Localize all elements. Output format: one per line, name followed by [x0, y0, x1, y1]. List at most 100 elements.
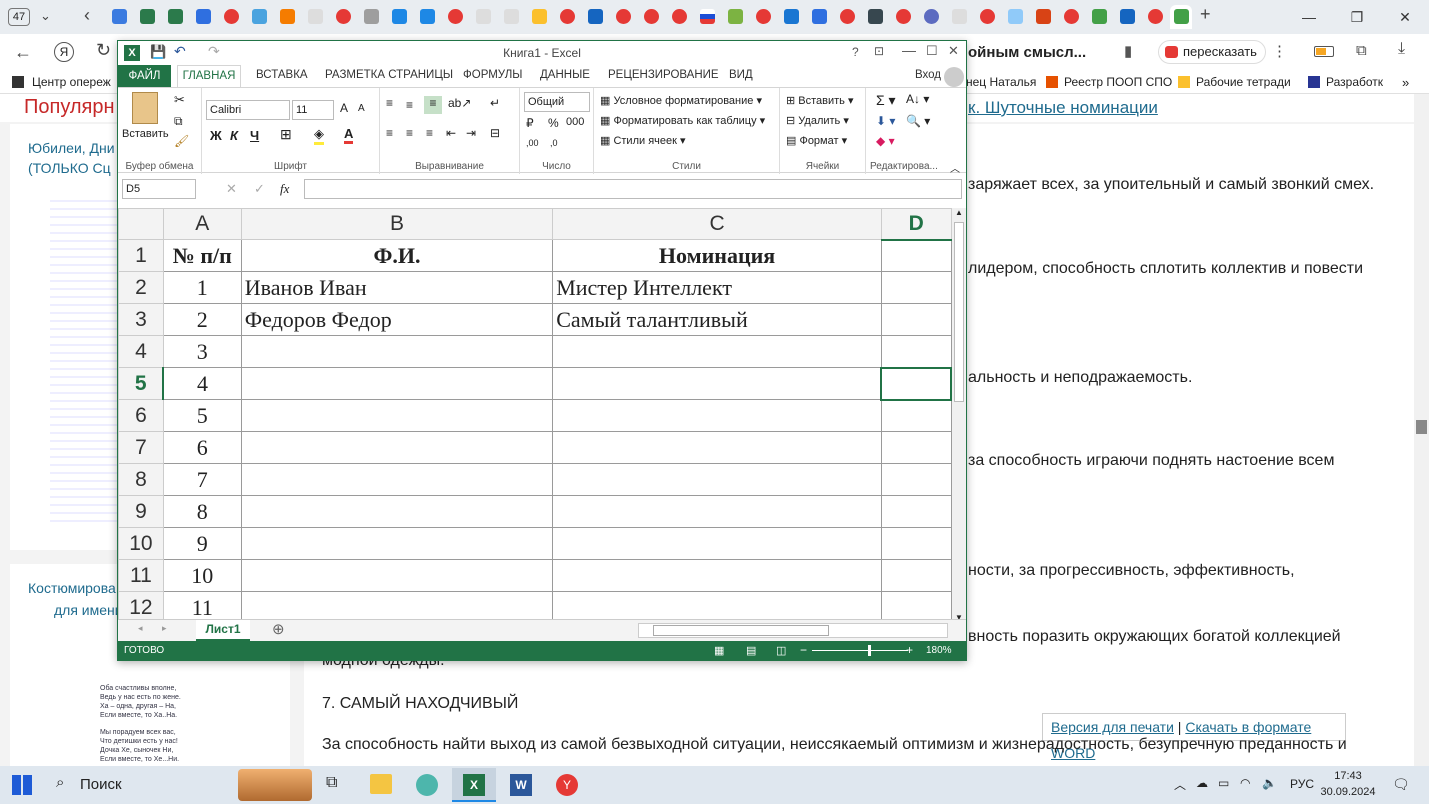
clock-date[interactable]: 30.09.2024: [1316, 786, 1380, 798]
increase-indent-icon[interactable]: ⇥: [466, 126, 476, 140]
bookmark-item[interactable]: нец Наталья: [966, 75, 1036, 89]
decrease-indent-icon[interactable]: ⇤: [446, 126, 456, 140]
column-header[interactable]: C: [552, 208, 882, 240]
reload-icon[interactable]: ↻: [96, 40, 111, 61]
tab-icon[interactable]: [644, 9, 659, 24]
download-icon[interactable]: ⤓: [1398, 40, 1405, 58]
cell[interactable]: 6: [162, 431, 242, 464]
comma-style-icon[interactable]: 000: [566, 116, 584, 128]
tab-icon[interactable]: [420, 9, 435, 24]
language-indicator[interactable]: РУС: [1290, 777, 1314, 791]
tab-icon[interactable]: [952, 9, 967, 24]
tab-data[interactable]: ДАННЫЕ: [540, 69, 590, 81]
bookmark-item[interactable]: Центр опереж: [32, 75, 111, 89]
cell[interactable]: Самый талантливый: [552, 303, 882, 336]
paint-icon[interactable]: [416, 774, 438, 796]
tab-icon[interactable]: [1064, 9, 1079, 24]
next-sheet-icon[interactable]: ▸: [162, 623, 167, 634]
start-icon[interactable]: [12, 775, 32, 795]
zoom-level[interactable]: 180%: [926, 645, 952, 656]
minimize-icon[interactable]: —: [1285, 0, 1333, 34]
horizontal-scrollbar[interactable]: [638, 623, 948, 638]
cell[interactable]: 3: [162, 335, 242, 368]
cell[interactable]: 2: [162, 303, 242, 336]
row-header[interactable]: 2: [118, 271, 164, 304]
cell[interactable]: [240, 463, 554, 496]
tray-chevron-icon[interactable]: ︿: [1174, 776, 1186, 793]
sidebar-card-title[interactable]: Костюмирова: [28, 580, 116, 596]
paste-button[interactable]: Вставить: [122, 128, 169, 140]
tab-icon[interactable]: [1092, 9, 1107, 24]
volume-icon[interactable]: 🔈: [1262, 776, 1277, 790]
scroll-up-icon[interactable]: ▲: [955, 208, 963, 217]
h-scroll-thumb[interactable]: [653, 625, 829, 636]
cell[interactable]: [240, 399, 554, 432]
signin-link[interactable]: Вход: [915, 69, 941, 81]
clock-time[interactable]: 17:43: [1322, 770, 1374, 782]
print-version-link[interactable]: Версия для печати: [1051, 719, 1174, 735]
row-header[interactable]: 12: [118, 591, 164, 622]
zoom-slider-thumb[interactable]: [868, 645, 871, 656]
cell[interactable]: [880, 527, 952, 560]
tab-icon[interactable]: [112, 9, 127, 24]
wrap-text-icon[interactable]: ↵: [490, 96, 500, 110]
format-as-table-button[interactable]: ▦ Форматировать как таблицу ▾: [600, 114, 765, 127]
yandex-browser-icon[interactable]: Y: [556, 774, 578, 796]
borders-icon[interactable]: ⊞: [280, 126, 292, 143]
more-icon[interactable]: ⋮: [1272, 42, 1287, 60]
yandex-icon[interactable]: Я: [54, 42, 74, 62]
ribbon-options-icon[interactable]: ⊡: [874, 44, 884, 58]
normal-view-icon[interactable]: ▦: [714, 644, 724, 657]
page-layout-icon[interactable]: ▤: [746, 644, 756, 657]
cell[interactable]: [552, 527, 882, 560]
active-cell[interactable]: [880, 366, 952, 401]
tab-icon[interactable]: [588, 9, 603, 24]
cell[interactable]: [240, 431, 554, 464]
page-break-icon[interactable]: ◫: [776, 644, 786, 657]
align-top-icon[interactable]: ≡: [386, 96, 393, 110]
cell[interactable]: [552, 591, 882, 622]
autosum-icon[interactable]: Σ ▾: [876, 92, 896, 109]
row-header[interactable]: 4: [118, 335, 164, 368]
back-tabs-icon[interactable]: ‹: [84, 5, 99, 25]
sort-filter-icon[interactable]: A↓ ▾: [906, 92, 929, 106]
more-bookmarks-icon[interactable]: »: [1402, 75, 1409, 90]
cell[interactable]: [552, 367, 882, 400]
avatar[interactable]: [944, 67, 964, 87]
tab-icon[interactable]: [364, 9, 379, 24]
row-header[interactable]: 8: [118, 463, 164, 496]
zoom-in-icon[interactable]: +: [906, 643, 913, 657]
grow-font-icon[interactable]: A: [340, 101, 348, 115]
cell[interactable]: [240, 367, 554, 400]
cell[interactable]: Иванов Иван: [240, 271, 554, 304]
vertical-scrollbar[interactable]: ▲ ▼: [952, 208, 966, 622]
cell[interactable]: [552, 431, 882, 464]
tab-icon[interactable]: [336, 9, 351, 24]
cell[interactable]: 1: [162, 271, 242, 304]
formula-input[interactable]: [304, 179, 962, 199]
taskbar-search[interactable]: Поиск: [80, 776, 122, 793]
row-header[interactable]: 10: [118, 527, 164, 560]
cut-icon[interactable]: ✂: [174, 92, 185, 108]
conditional-format-button[interactable]: ▦ Условное форматирование ▾: [600, 94, 762, 107]
zoom-slider[interactable]: [812, 650, 908, 651]
cell[interactable]: 4: [162, 367, 242, 400]
help-icon[interactable]: ?: [852, 45, 859, 59]
word-icon[interactable]: W: [510, 774, 532, 796]
tab-icon[interactable]: [728, 9, 743, 24]
increase-decimal-icon[interactable]: ,00: [526, 138, 539, 148]
column-header[interactable]: D: [880, 208, 952, 241]
minimize-icon[interactable]: —: [902, 42, 916, 58]
row-header[interactable]: 11: [118, 559, 164, 592]
cell[interactable]: [240, 495, 554, 528]
heading-link[interactable]: к. Шуточные номинации: [968, 98, 1158, 118]
tab-home[interactable]: ГЛАВНАЯ: [177, 65, 241, 88]
cell[interactable]: 9: [162, 527, 242, 560]
cell[interactable]: 5: [162, 399, 242, 432]
copy-icon[interactable]: ⧉: [174, 114, 183, 129]
underline-button[interactable]: Ч: [250, 128, 259, 143]
cell[interactable]: [240, 527, 554, 560]
tab-icon[interactable]: [784, 9, 799, 24]
name-box[interactable]: D5: [122, 179, 196, 199]
cell[interactable]: [240, 559, 554, 592]
